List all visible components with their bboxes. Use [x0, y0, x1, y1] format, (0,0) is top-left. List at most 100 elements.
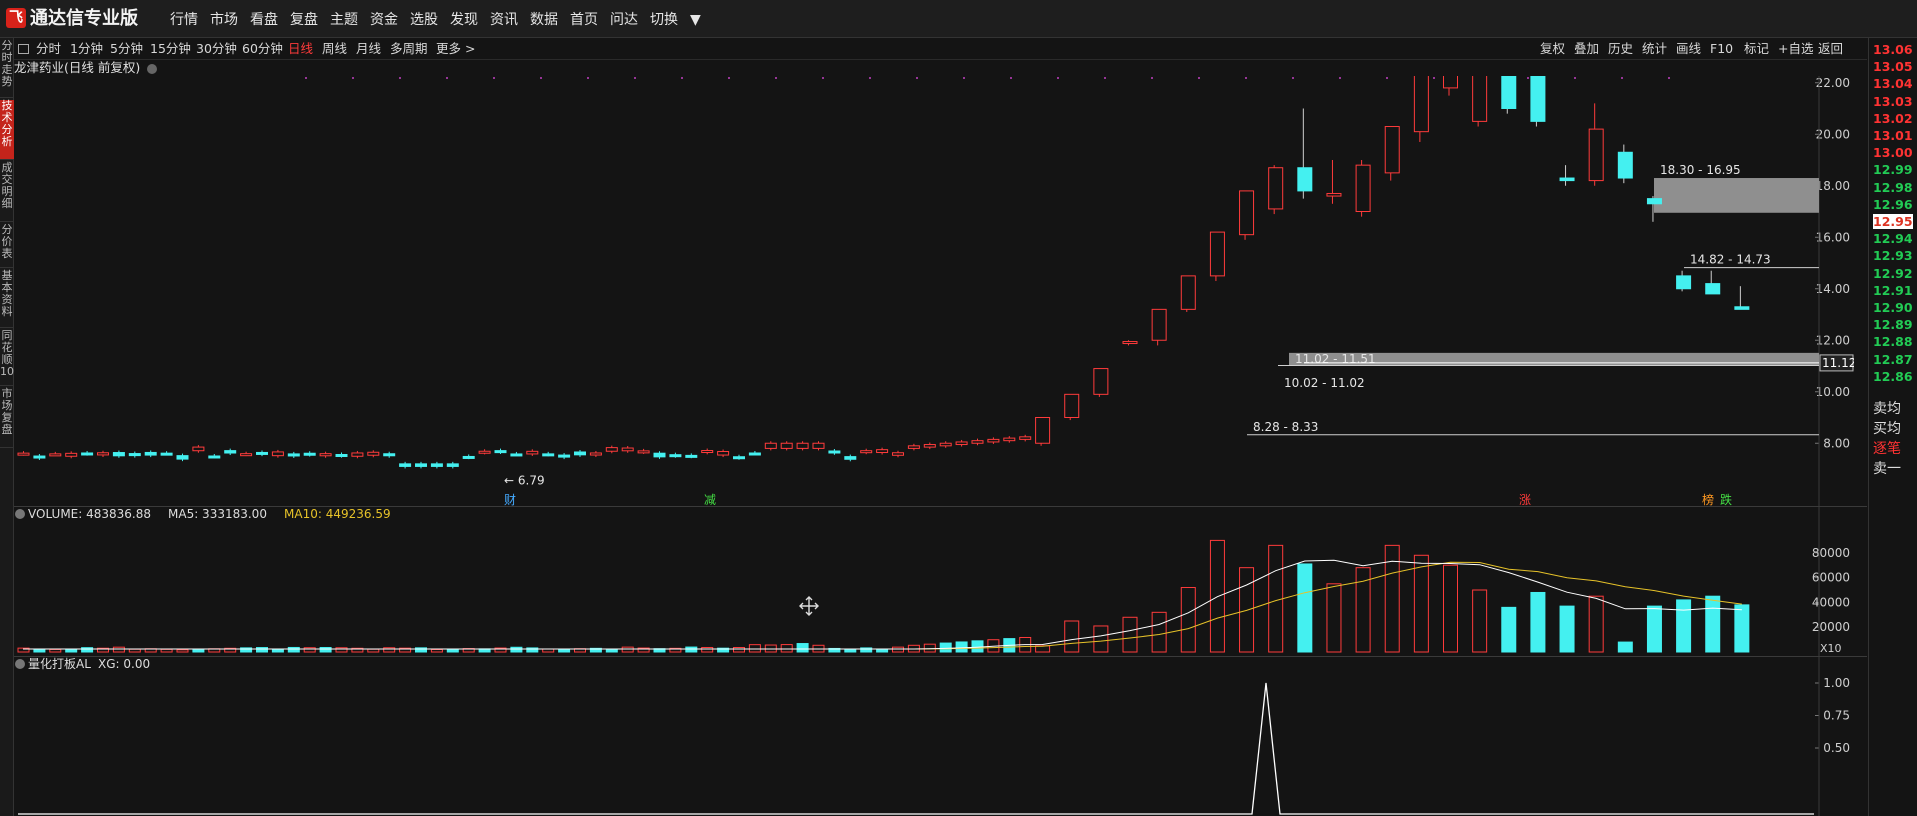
indicator-chart[interactable]: 量化打板AL XG: 0.00 1.00 0.75 0.50: [14, 656, 1854, 816]
candle: [764, 442, 777, 449]
stock-mode: (日线 前复权): [64, 60, 141, 75]
menu-item-6[interactable]: 选股: [404, 11, 444, 29]
toolbar-item-7[interactable]: +自选: [1778, 38, 1813, 60]
toolbar-item-6[interactable]: 标记: [1744, 38, 1769, 60]
volume-bar: [1676, 599, 1692, 653]
event-dot: [1151, 77, 1153, 79]
volume-bar: [923, 643, 936, 653]
menu-item-8[interactable]: 资讯: [484, 11, 524, 29]
menu-item-1[interactable]: 市场: [204, 11, 244, 29]
event-dot: [681, 77, 683, 79]
candle: [574, 451, 586, 456]
volume-bar: [240, 647, 253, 653]
ladder-price: 12.98: [1873, 179, 1913, 195]
menu-item-9[interactable]: 数据: [524, 11, 564, 29]
event-marker: 榜: [1702, 492, 1714, 506]
volume-bar: [271, 649, 284, 653]
menu-item-13[interactable]: ▼: [684, 11, 707, 29]
toolbar-item-4[interactable]: 画线: [1676, 38, 1701, 60]
event-dot: [446, 77, 448, 79]
period-item-5[interactable]: 60分钟: [242, 38, 283, 60]
candle: [112, 452, 125, 457]
event-dot: [352, 77, 354, 79]
y-tick-label: 0.50: [1823, 741, 1850, 755]
dropdown-icon[interactable]: [147, 63, 158, 74]
volume-bar: [256, 647, 268, 653]
candle: [1019, 436, 1032, 440]
volume-bar: [780, 644, 793, 653]
menu-item-7[interactable]: 发现: [444, 11, 484, 29]
candle: [717, 451, 730, 456]
candle: [812, 442, 825, 449]
volume-bar: [319, 646, 332, 653]
period-item-7[interactable]: 周线: [322, 38, 347, 60]
period-toolbar: 分时 1分钟 5分钟 15分钟 30分钟 60分钟 日线 周线 月线 多周期 更多 > 返回 +自选 标记…: [14, 38, 1867, 60]
left-tab-3[interactable]: 分价表: [0, 224, 14, 268]
candle: [510, 453, 523, 457]
candle: [271, 451, 284, 457]
volume-bar: [446, 648, 459, 653]
y-tick-label: 60000: [1812, 571, 1850, 585]
candle: [415, 463, 427, 467]
ladder-price: 12.94: [1873, 231, 1913, 247]
layout-toggle-icon[interactable]: [18, 44, 29, 54]
toolbar-item-5[interactable]: F10: [1710, 38, 1733, 60]
period-item-3[interactable]: 15分钟: [150, 38, 191, 60]
left-tab-5[interactable]: 同花顺10: [0, 330, 14, 386]
menu-item-10[interactable]: 首页: [564, 11, 604, 29]
left-tab-6[interactable]: 市场复盘: [0, 388, 14, 448]
volume-bar: [1326, 583, 1342, 653]
event-dot: [1433, 77, 1435, 79]
left-tab-0[interactable]: 分时走势: [0, 40, 14, 98]
period-item-4[interactable]: 30分钟: [196, 38, 237, 60]
toolbar-item-1[interactable]: 叠加: [1574, 38, 1599, 60]
menu-item-4[interactable]: 主题: [324, 11, 364, 29]
ladder-price: 12.93: [1873, 248, 1913, 264]
left-tab-1[interactable]: 技术分析: [0, 100, 14, 160]
menu-item-3[interactable]: 复盘: [284, 11, 324, 29]
panel-menu-icon[interactable]: [15, 509, 25, 519]
volume-bar: [1559, 605, 1575, 653]
candle: [605, 447, 618, 452]
toolbar-item-2[interactable]: 历史: [1608, 38, 1633, 60]
candle: [128, 453, 141, 457]
candle: [160, 452, 173, 456]
left-tab-4[interactable]: 基本资料: [0, 270, 14, 328]
volume-bar: [701, 646, 714, 653]
candle: [335, 454, 348, 458]
volume-bar: [605, 649, 618, 653]
volume-bar: [685, 646, 698, 653]
event-marker: 跌: [1720, 492, 1732, 506]
volume-chart[interactable]: VOLUME: 483836.88 MA5: 333183.00 MA10: 44…: [14, 506, 1854, 656]
ladder-price: 12.86: [1873, 368, 1913, 384]
candle: [1326, 192, 1342, 197]
period-item-2[interactable]: 5分钟: [110, 38, 143, 60]
toolbar-item-0[interactable]: 复权: [1540, 38, 1565, 60]
panel-menu-icon[interactable]: [15, 659, 25, 669]
y-tick-label: 10.00: [1816, 385, 1850, 399]
period-item-0[interactable]: 分时: [36, 38, 61, 60]
toolbar-item-8[interactable]: 返回: [1818, 38, 1843, 60]
toolbar-item-3[interactable]: 统计: [1642, 38, 1667, 60]
y-tick-label: 18.00: [1816, 179, 1850, 193]
price-chart[interactable]: 24.0022.0020.0018.0016.0014.0012.0010.00…: [14, 76, 1854, 506]
low-label: ← 6.79: [504, 473, 545, 487]
period-item-1[interactable]: 1分钟: [70, 38, 103, 60]
menu-item-12[interactable]: 切换: [644, 11, 684, 29]
menu-item-0[interactable]: 行情: [164, 11, 204, 29]
period-item-9[interactable]: 多周期: [390, 38, 428, 60]
app-logo-icon: 飞: [6, 8, 26, 28]
right-price-ladder: 13.06 13.05 13.04 13.03 13.02 13.01 13.00 12.99…: [1868, 38, 1917, 816]
period-item-6[interactable]: 日线: [288, 38, 313, 60]
menu-item-11[interactable]: 问达: [604, 11, 644, 29]
period-item-8[interactable]: 月线: [356, 38, 381, 60]
menu-item-5[interactable]: 资金: [364, 11, 404, 29]
left-tab-2[interactable]: 成交明细: [0, 162, 14, 222]
y-tick-label: 80000: [1812, 546, 1850, 560]
candle: [653, 452, 666, 458]
ladder-price: 12.99: [1873, 162, 1913, 178]
menu-item-2[interactable]: 看盘: [244, 11, 284, 29]
indicator-title: 量化打板AL: [28, 657, 91, 671]
period-item-10[interactable]: 更多 >: [436, 38, 475, 60]
candle: [701, 450, 714, 454]
